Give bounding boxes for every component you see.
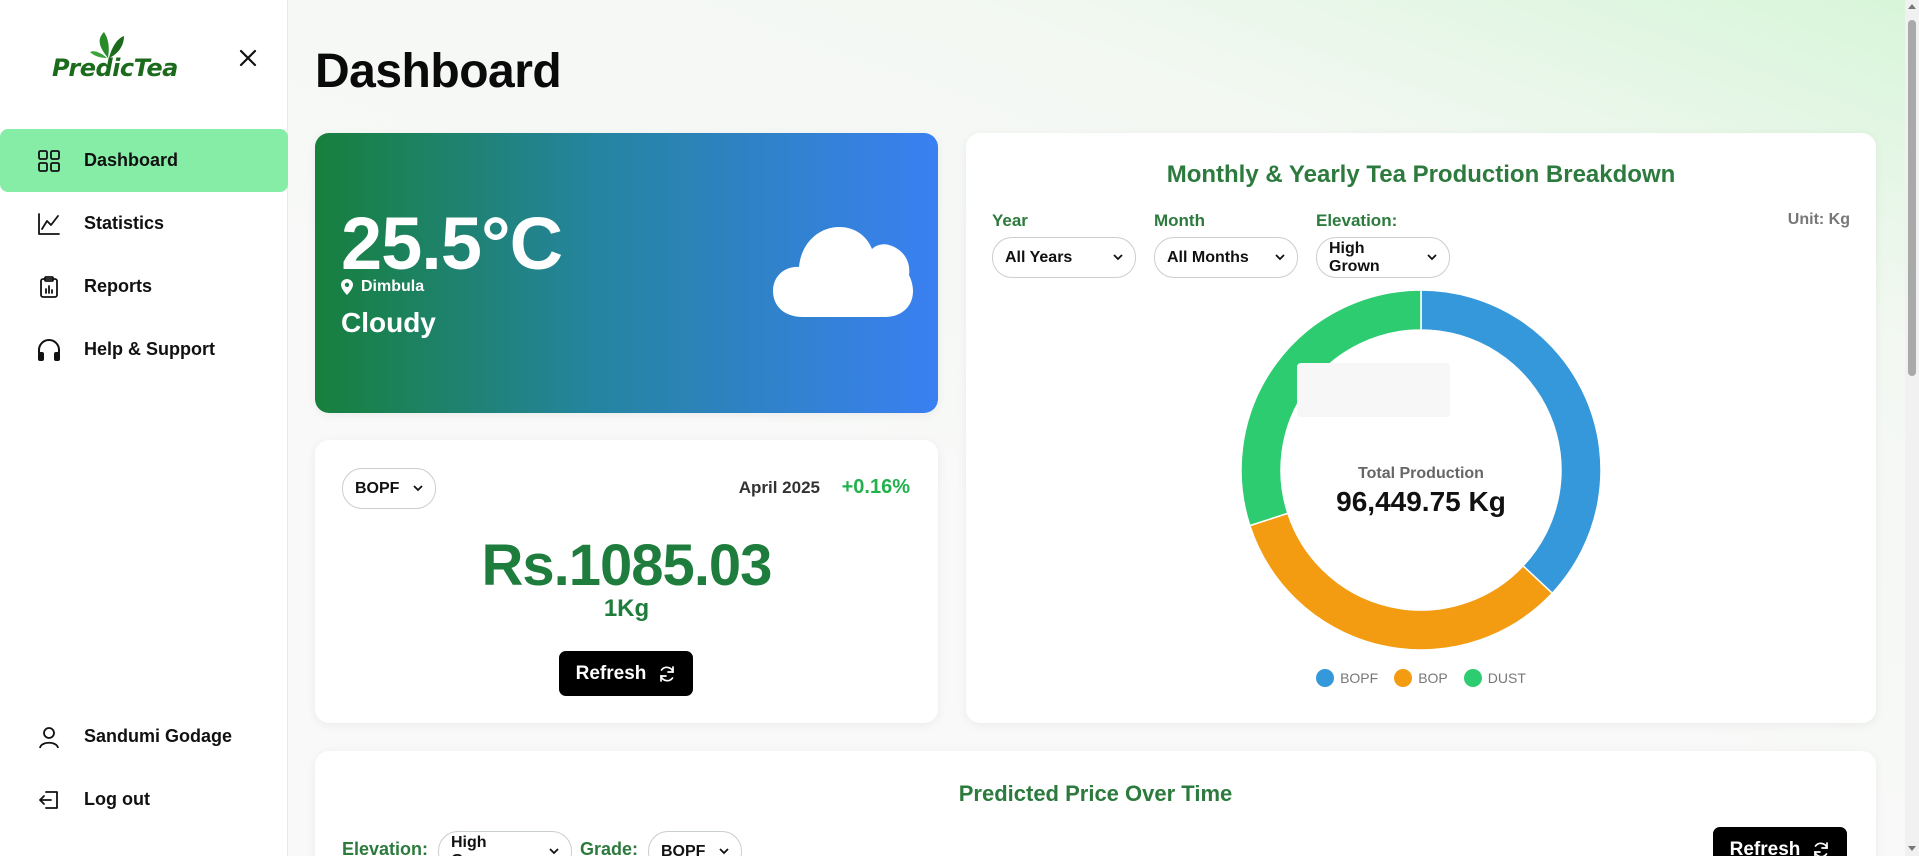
chevron-down-icon [1265,254,1285,261]
sidebar-item-label: Reports [84,276,153,296]
sidebar-item-label: Help & Support [84,339,215,359]
legend-item-dust[interactable]: DUST [1463,669,1526,687]
grid-icon [36,148,62,174]
brand-name: PredicTea [52,54,178,82]
elevation-filter-label: Elevation: [1316,211,1398,230]
chart-legend: BOPF BOP DUST [966,669,1876,687]
year-filter-label: Year [992,211,1028,230]
scroll-up-arrow-icon[interactable] [1908,4,1916,9]
sidebar-item-statistics[interactable]: Statistics [0,192,288,255]
logout-button[interactable]: Log out [0,768,288,831]
prediction-grade-value: BOPF [661,842,706,856]
close-sidebar-button[interactable] [232,42,264,74]
brand-logo: PredicTea [50,28,178,88]
legend-label: BOP [1418,670,1448,686]
weather-card: 25.5°C Dimbula Cloudy [315,133,938,413]
chevron-down-icon [1103,254,1123,261]
prediction-elevation-value: High Grown [451,833,502,856]
legend-item-bop[interactable]: BOP [1394,669,1448,687]
grade-select-value: BOPF [355,479,400,497]
grade-select[interactable]: BOPF [342,468,436,509]
chevron-down-icon [403,485,423,492]
price-card: BOPF April 2025 +0.16% Rs.1085.03 1Kg Re… [315,440,938,723]
price-date: April 2025 [738,478,820,497]
line-chart-icon [36,211,62,237]
headphones-icon [36,337,62,363]
sidebar: PredicTea Dashboard Statistics Reports H… [0,0,288,856]
total-production-value: 96,449.75 Kg [1336,486,1506,517]
price-change-badge: +0.16% [841,476,910,498]
chevron-down-icon [709,848,729,855]
clipboard-icon [36,274,62,300]
donut-slice-bop[interactable] [1248,512,1554,651]
legend-swatch [1316,669,1335,687]
chart-tooltip-placeholder [1297,363,1450,417]
prediction-grade-label: Grade: [580,839,639,856]
sidebar-item-label: Dashboard [84,150,179,170]
predicted-price-title: Predicted Price Over Time [958,781,1233,806]
elevation-select-value: High Grown [1329,239,1380,275]
sidebar-item-label: Statistics [84,213,165,233]
production-title: Monthly & Yearly Tea Production Breakdow… [1166,161,1676,188]
donut-slice-bopf[interactable] [1420,289,1602,595]
refresh-price-button[interactable]: Refresh [559,651,693,696]
sidebar-bottom: Sandumi Godage Log out [0,705,288,831]
user-icon [36,724,62,750]
legend-swatch [1463,669,1482,687]
location-name: Dimbula [361,278,425,295]
sidebar-item-help-support[interactable]: Help & Support [0,318,288,381]
chevron-down-icon [1417,254,1437,261]
sidebar-nav: Dashboard Statistics Reports Help & Supp… [0,129,288,381]
prediction-elevation-select[interactable]: High Grown [438,831,572,856]
refresh-label: Refresh [1729,838,1801,856]
weather-condition: Cloudy [341,307,436,338]
logout-label: Log out [84,789,150,809]
month-filter-label: Month [1154,211,1205,230]
scroll-down-arrow-icon[interactable] [1908,846,1916,851]
refresh-icon [660,665,675,682]
page-scrollbar[interactable] [1905,0,1919,856]
close-icon [239,49,257,67]
refresh-icon [1814,841,1829,856]
cloud-icon [773,227,913,317]
price-unit: 1Kg [603,595,650,622]
sidebar-item-dashboard[interactable]: Dashboard [0,129,288,192]
legend-label: BOPF [1340,670,1379,686]
chevron-down-icon [539,848,559,855]
unit-label: Unit: Kg [1787,211,1850,228]
predicted-price-card: Predicted Price Over Time Elevation: Hig… [315,751,1876,856]
month-select-value: All Months [1167,248,1249,266]
location: Dimbula [341,278,424,296]
sidebar-item-reports[interactable]: Reports [0,255,288,318]
prediction-grade-select[interactable]: BOPF [648,831,742,856]
prediction-elevation-label: Elevation: [342,839,429,856]
refresh-label: Refresh [575,662,647,684]
legend-item-bopf[interactable]: BOPF [1316,669,1378,687]
total-production-label: Total Production [1358,465,1484,482]
production-breakdown-card: Monthly & Yearly Tea Production Breakdow… [966,133,1876,723]
year-select[interactable]: All Years [992,237,1136,278]
year-select-value: All Years [1005,248,1073,266]
page-title: Dashboard [315,45,562,98]
location-pin-icon [341,279,353,295]
temperature: 25.5°C [341,202,563,285]
legend-label: DUST [1487,670,1526,686]
refresh-prediction-button[interactable]: Refresh [1713,827,1847,856]
month-select[interactable]: All Months [1154,237,1298,278]
scrollbar-thumb[interactable] [1908,20,1916,376]
legend-swatch [1394,669,1413,687]
user-name: Sandumi Godage [84,726,233,746]
price-value: Rs.1085.03 [481,533,773,598]
user-profile[interactable]: Sandumi Godage [0,705,288,768]
logout-icon [36,787,62,813]
elevation-select[interactable]: High Grown [1316,237,1450,278]
